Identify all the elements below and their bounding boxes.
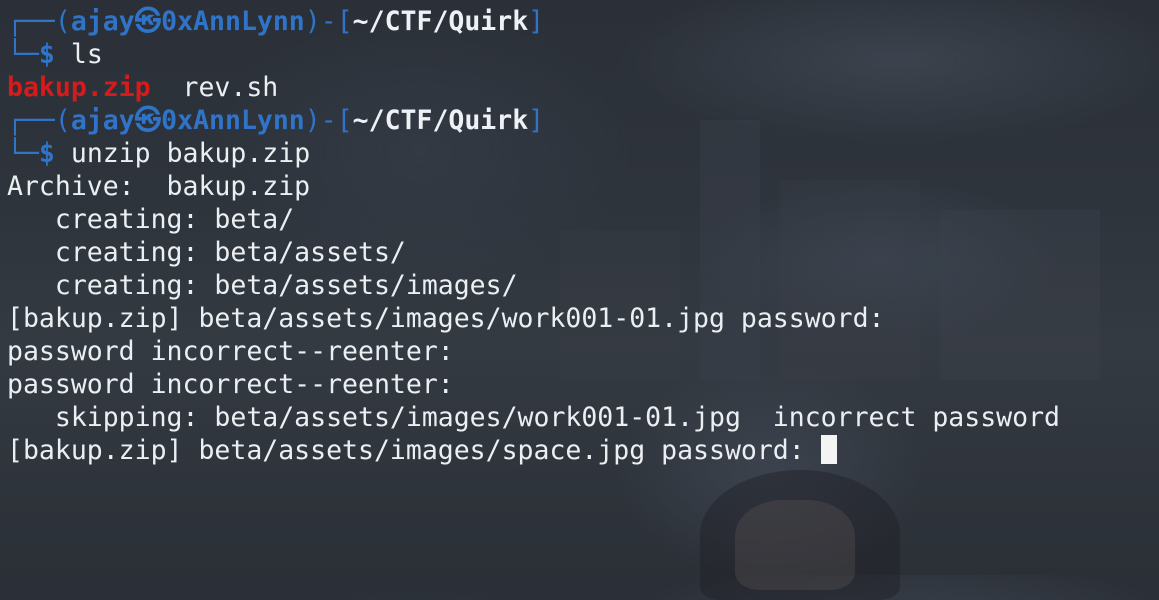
at-symbol-icon: ㉿ — [134, 105, 162, 136]
prompt-host: 0xAnnLynn — [161, 6, 305, 37]
prompt-top-corner: ┌── — [7, 105, 55, 136]
prompt-header-line: ┌──(ajay㉿0xAnnLynn)-[~/CTF/Quirk] — [0, 5, 1159, 38]
command-line: └─$ unzip bakup.zip — [0, 137, 1159, 170]
output-line: [bakup.zip] beta/assets/images/work001-0… — [7, 303, 885, 334]
command-ls: ls — [70, 39, 103, 70]
prompt-dash: - — [320, 6, 337, 37]
output-line: Archive: bakup.zip — [7, 171, 311, 202]
output-line: skipping: beta/assets/images/work001-01.… — [7, 402, 1060, 433]
command-line: └─$ ls — [0, 38, 1159, 71]
password-prompt-text: [bakup.zip] beta/assets/images/space.jpg… — [7, 435, 821, 466]
prompt-close-bracket: ] — [528, 6, 545, 37]
at-symbol-icon: ㉿ — [134, 6, 162, 37]
ls-output-line: bakup.zip rev.sh — [0, 71, 1159, 104]
text-cursor[interactable] — [820, 435, 837, 464]
prompt-dollar: $ — [38, 138, 55, 169]
prompt-user: ajay — [70, 6, 135, 37]
command-unzip: unzip bakup.zip — [70, 138, 311, 169]
output-line: password incorrect--reenter: — [7, 336, 454, 367]
prompt-bottom-corner: └─ — [7, 138, 39, 169]
prompt-close-bracket: ] — [528, 105, 545, 136]
prompt-header-line: ┌──(ajay㉿0xAnnLynn)-[~/CTF/Quirk] — [0, 104, 1159, 137]
prompt-open-paren: ( — [54, 105, 71, 136]
ls-entry-script[interactable]: rev.sh — [183, 72, 279, 103]
password-prompt-line[interactable]: [bakup.zip] beta/assets/images/space.jpg… — [0, 434, 1159, 467]
output-line: creating: beta/ — [7, 204, 295, 235]
output-line: creating: beta/assets/ — [7, 237, 406, 268]
output-line: creating: beta/assets/images/ — [7, 270, 518, 301]
prompt-cwd: ~/CTF/Quirk — [352, 6, 529, 37]
prompt-bottom-corner: └─ — [7, 39, 39, 70]
prompt-open-paren: ( — [54, 6, 71, 37]
prompt-close-paren: ) — [304, 105, 321, 136]
prompt-user: ajay — [70, 105, 135, 136]
output-line: password incorrect--reenter: — [7, 369, 454, 400]
ls-entry-zip[interactable]: bakup.zip — [7, 72, 151, 103]
prompt-open-bracket: [ — [336, 6, 353, 37]
prompt-close-paren: ) — [304, 6, 321, 37]
terminal-window[interactable]: ┌──(ajay㉿0xAnnLynn)-[~/CTF/Quirk] └─$ ls… — [0, 0, 1159, 575]
prompt-cwd: ~/CTF/Quirk — [352, 105, 529, 136]
prompt-host: 0xAnnLynn — [161, 105, 305, 136]
prompt-open-bracket: [ — [336, 105, 353, 136]
prompt-top-corner: ┌── — [7, 6, 55, 37]
prompt-dollar: $ — [38, 39, 55, 70]
prompt-dash: - — [320, 105, 337, 136]
ls-separator — [151, 72, 183, 103]
